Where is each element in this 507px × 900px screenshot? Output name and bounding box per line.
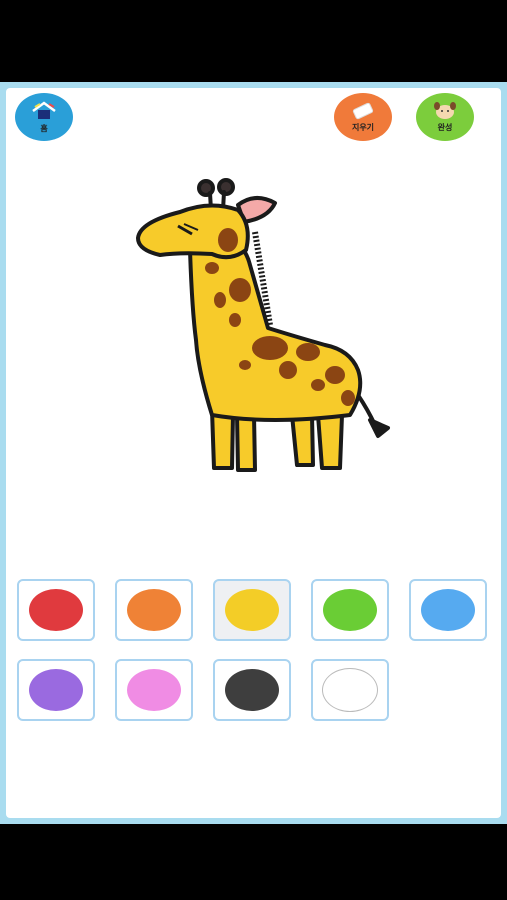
- done-button[interactable]: 완성: [416, 93, 474, 141]
- pig-face-icon: [434, 102, 456, 119]
- house-icon: [32, 101, 56, 119]
- color-dot: [323, 589, 377, 631]
- giraffe-drawing[interactable]: [120, 170, 410, 485]
- color-dot: [29, 589, 83, 631]
- color-swatch[interactable]: [17, 659, 95, 721]
- erase-button[interactable]: 지우기: [334, 93, 392, 141]
- color-swatch[interactable]: [409, 579, 487, 641]
- color-dot: [322, 668, 378, 712]
- color-dot: [127, 669, 181, 711]
- color-swatch[interactable]: [213, 659, 291, 721]
- color-dot: [421, 589, 475, 631]
- home-button[interactable]: 홈: [15, 93, 73, 141]
- color-swatch[interactable]: [311, 659, 389, 721]
- color-swatch[interactable]: [17, 579, 95, 641]
- color-dot: [225, 669, 279, 711]
- color-swatch[interactable]: [115, 659, 193, 721]
- color-swatch[interactable]: [115, 579, 193, 641]
- erase-label: 지우기: [351, 123, 375, 132]
- home-label: 홈: [40, 124, 48, 133]
- color-dot: [29, 669, 83, 711]
- done-label: 완성: [437, 123, 453, 132]
- color-dot: [127, 589, 181, 631]
- color-swatch[interactable]: [311, 579, 389, 641]
- eraser-icon: [352, 102, 374, 120]
- color-swatch[interactable]: [213, 579, 291, 641]
- color-dot: [225, 589, 279, 631]
